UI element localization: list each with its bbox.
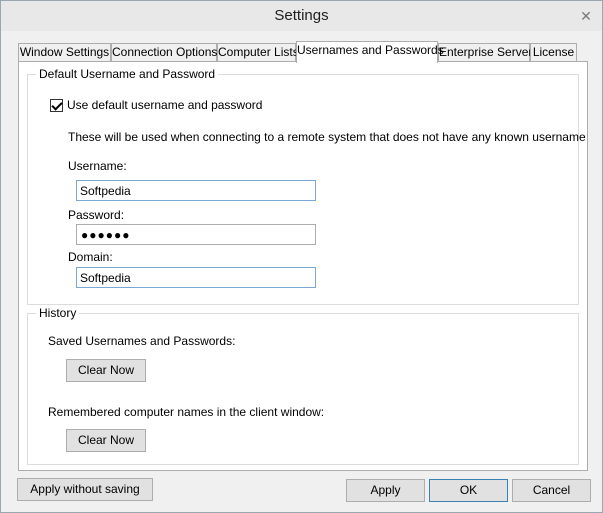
username-label: Username:: [68, 159, 127, 173]
tab-license[interactable]: License: [530, 43, 577, 62]
use-default-checkbox[interactable]: [50, 98, 63, 112]
settings-window: Settings ✕ Window Settings Connection Op…: [0, 0, 603, 513]
saved-credentials-label: Saved Usernames and Passwords:: [48, 334, 236, 348]
tab-computer-lists[interactable]: Computer Lists: [217, 43, 299, 62]
cancel-button[interactable]: Cancel: [512, 479, 591, 502]
tab-enterprise-server[interactable]: Enterprise Server: [438, 43, 532, 62]
apply-button[interactable]: Apply: [346, 479, 425, 502]
history-group: History Saved Usernames and Passwords: C…: [27, 306, 579, 465]
default-credentials-legend: Default Username and Password: [36, 67, 219, 81]
tab-connection-options[interactable]: Connection Options: [111, 43, 217, 62]
password-mask: ●●●●●●: [81, 228, 131, 242]
use-default-checkbox-label: Use default username and password: [67, 98, 263, 112]
ok-button[interactable]: OK: [429, 479, 508, 502]
default-credentials-group: Default Username and Password Use defaul…: [27, 67, 586, 305]
password-label: Password:: [68, 208, 125, 222]
username-input[interactable]: [76, 180, 316, 201]
default-credentials-description: These will be used when connecting to a …: [68, 130, 586, 144]
clear-saved-credentials-button[interactable]: Clear Now: [66, 359, 146, 382]
title-bar[interactable]: Settings ✕: [1, 1, 602, 31]
password-input[interactable]: ●●●●●●: [76, 224, 316, 245]
clear-remembered-computers-button[interactable]: Clear Now: [66, 429, 146, 452]
tab-window-settings[interactable]: Window Settings: [18, 43, 111, 62]
remembered-computers-label: Remembered computer names in the client …: [48, 405, 325, 419]
history-legend: History: [36, 306, 80, 320]
apply-without-saving-button[interactable]: Apply without saving: [17, 478, 153, 501]
tab-strip: Window Settings Connection Options Compu…: [18, 41, 588, 63]
window-title: Settings: [274, 7, 329, 24]
domain-label: Domain:: [68, 250, 113, 264]
use-default-checkbox-row[interactable]: Use default username and password: [50, 98, 262, 112]
close-icon[interactable]: ✕: [578, 8, 594, 24]
domain-input[interactable]: [76, 267, 316, 288]
tab-usernames-and-passwords[interactable]: Usernames and Passwords: [296, 41, 444, 63]
tab-panel-usernames-and-passwords: Default Username and Password Use defaul…: [18, 61, 588, 471]
